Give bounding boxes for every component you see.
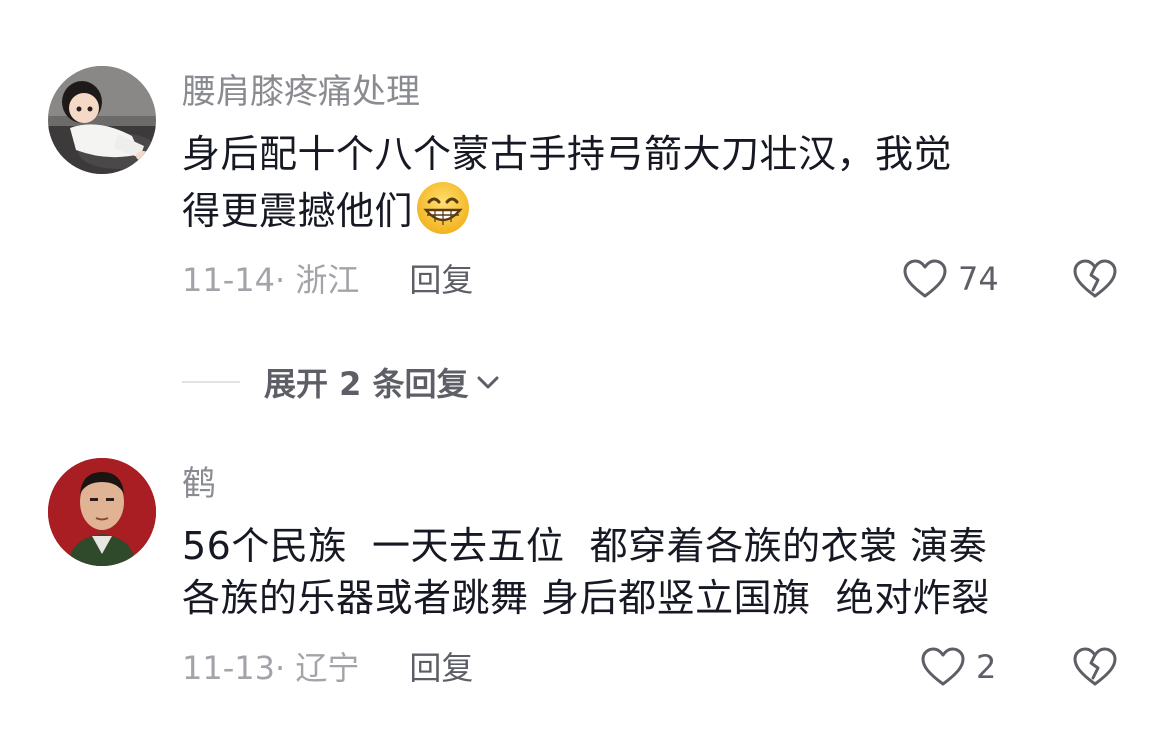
avatar[interactable]	[48, 458, 156, 566]
like-button[interactable]: 74	[902, 258, 999, 300]
like-button[interactable]: 2	[920, 646, 996, 688]
broken-heart-icon	[1073, 647, 1117, 686]
grinning-emoji-icon	[415, 180, 471, 236]
comment-text-line: 得更震撼他们	[182, 180, 1132, 237]
username[interactable]: 鹤	[182, 464, 216, 504]
date-location: 11-14· 浙江	[182, 261, 360, 299]
comment-text: 身后配十个八个蒙古手持弓箭大刀壮汉，我觉 得更震撼他们	[182, 128, 1132, 237]
expand-replies-button[interactable]: 展开 2 条回复	[182, 358, 503, 406]
portrait-photo-avatar-icon	[48, 458, 156, 566]
dislike-button[interactable]	[1072, 646, 1118, 692]
heart-icon	[903, 259, 947, 298]
heart-icon	[921, 647, 965, 686]
expand-replies-label: 展开 2 条回复	[264, 365, 469, 403]
comment-text-segment: 得更震撼他们	[182, 189, 414, 233]
like-count: 2	[976, 648, 997, 686]
broken-heart-icon	[1073, 259, 1117, 298]
cartoon-child-avatar-icon	[48, 66, 156, 174]
divider	[182, 381, 240, 383]
dislike-button[interactable]	[1072, 258, 1118, 304]
comment-text-line: 身后配十个八个蒙古手持弓箭大刀壮汉，我觉	[182, 132, 953, 176]
comment-meta: 11-14· 浙江 回复	[182, 260, 473, 300]
reply-button[interactable]: 回复	[409, 261, 473, 299]
chevron-down-icon	[477, 376, 499, 389]
comment-text-line: 各族的乐器或者跳舞 身后都竖立国旗 绝对炸裂	[182, 576, 990, 620]
avatar[interactable]	[48, 66, 156, 174]
reply-button[interactable]: 回复	[409, 649, 473, 687]
username[interactable]: 腰肩膝疼痛处理	[182, 72, 420, 112]
comment-text: 56个民族 一天去五位 都穿着各族的衣裳 演奏 各族的乐器或者跳舞 身后都竖立国…	[182, 520, 1132, 624]
date-location: 11-13· 辽宁	[182, 649, 360, 687]
comment-text-line: 56个民族 一天去五位 都穿着各族的衣裳 演奏	[182, 524, 988, 568]
like-count: 74	[958, 260, 999, 298]
comment-meta: 11-13· 辽宁 回复	[182, 648, 473, 688]
